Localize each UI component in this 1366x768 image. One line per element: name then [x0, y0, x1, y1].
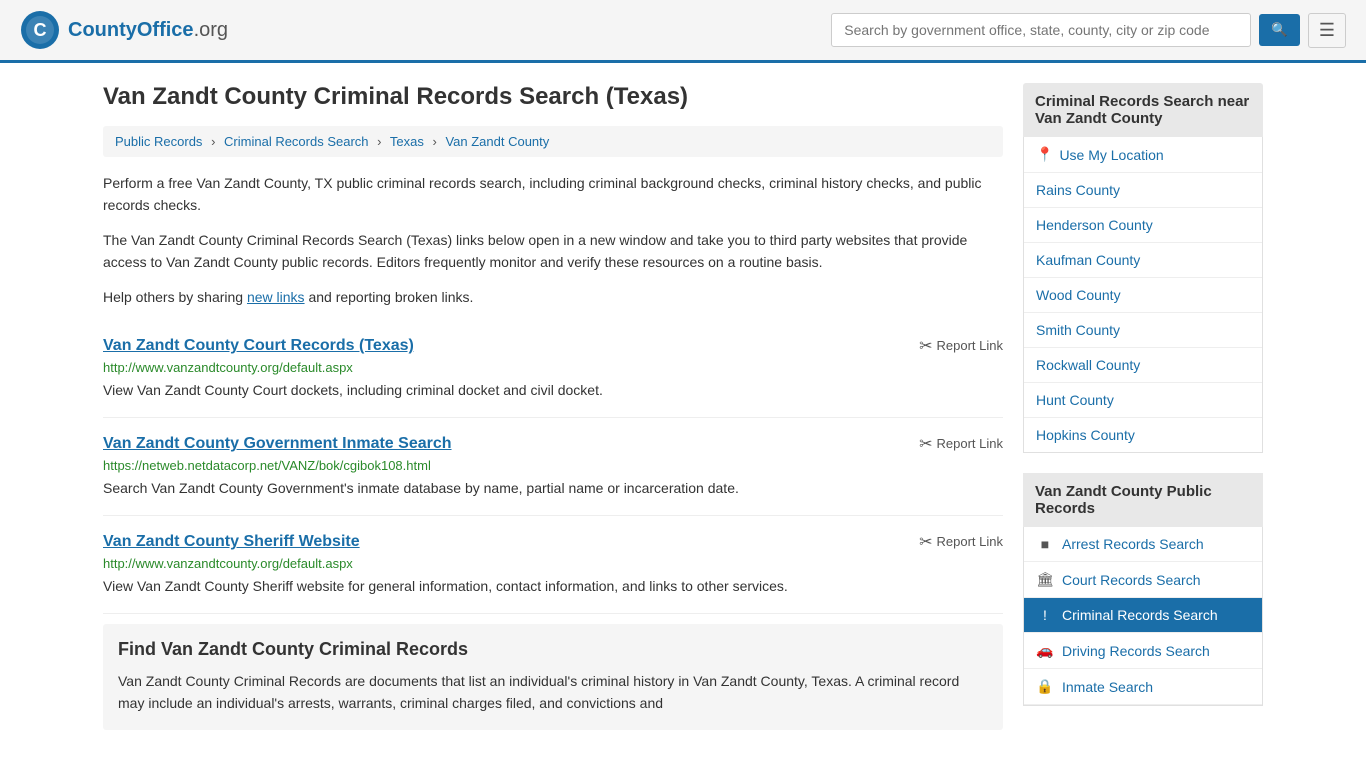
result-item-2: Van Zandt County Government Inmate Searc…: [103, 418, 1003, 516]
search-input[interactable]: [831, 13, 1251, 47]
result-url-2: https://netweb.netdatacorp.net/VANZ/bok/…: [103, 458, 1003, 473]
menu-button[interactable]: ☰: [1308, 13, 1346, 48]
nearby-county-1[interactable]: Henderson County: [1024, 208, 1262, 243]
breadcrumb-public-records[interactable]: Public Records: [115, 134, 202, 149]
result-desc-2: Search Van Zandt County Government's inm…: [103, 478, 1003, 499]
result-url-1: http://www.vanzandtcounty.org/default.as…: [103, 360, 1003, 375]
use-location-item[interactable]: 📍 Use My Location: [1024, 137, 1262, 173]
nearby-county-5[interactable]: Rockwall County: [1024, 348, 1262, 383]
report-link-3[interactable]: ✂ Report Link: [919, 532, 1003, 552]
result-item-1: Van Zandt County Court Records (Texas) ✂…: [103, 320, 1003, 418]
public-records-section: Van Zandt County Public Records ■ Arrest…: [1023, 473, 1263, 706]
driving-icon: 🚗: [1036, 642, 1054, 659]
main-container: Van Zandt County Criminal Records Search…: [83, 63, 1283, 750]
search-button[interactable]: 🔍: [1259, 14, 1300, 46]
content-area: Van Zandt County Criminal Records Search…: [103, 83, 1003, 730]
description-2: The Van Zandt County Criminal Records Se…: [103, 229, 1003, 274]
new-links-link[interactable]: new links: [247, 289, 305, 305]
result-url-3: http://www.vanzandtcounty.org/default.as…: [103, 556, 1003, 571]
breadcrumb: Public Records › Criminal Records Search…: [103, 126, 1003, 157]
nearby-county-6[interactable]: Hunt County: [1024, 383, 1262, 418]
nearby-county-2[interactable]: Kaufman County: [1024, 243, 1262, 278]
svg-text:C: C: [34, 20, 47, 40]
nearby-section: Criminal Records Search near Van Zandt C…: [1023, 83, 1263, 453]
public-records-header: Van Zandt County Public Records: [1023, 473, 1263, 527]
result-title-3[interactable]: Van Zandt County Sheriff Website: [103, 533, 360, 551]
pr-item-court[interactable]: 🏛 Court Records Search: [1024, 562, 1262, 598]
scissors-icon-2: ✂: [919, 434, 932, 454]
nearby-county-7[interactable]: Hopkins County: [1024, 418, 1262, 452]
logo-text: CountyOffice.org: [68, 19, 228, 42]
search-icon: 🔍: [1271, 22, 1288, 37]
find-section-text: Van Zandt County Criminal Records are do…: [118, 670, 988, 715]
arrest-icon: ■: [1036, 536, 1054, 552]
logo-area: C CountyOffice.org: [20, 10, 228, 50]
result-item-3: Van Zandt County Sheriff Website ✂ Repor…: [103, 516, 1003, 614]
logo-icon: C: [20, 10, 60, 50]
nearby-list: 📍 Use My Location Rains County Henderson…: [1023, 137, 1263, 453]
nearby-county-0[interactable]: Rains County: [1024, 173, 1262, 208]
scissors-icon-1: ✂: [919, 336, 932, 356]
result-desc-1: View Van Zandt County Court dockets, inc…: [103, 380, 1003, 401]
scissors-icon-3: ✂: [919, 532, 932, 552]
nearby-county-4[interactable]: Smith County: [1024, 313, 1262, 348]
location-pin-icon: 📍: [1036, 146, 1053, 163]
hamburger-icon: ☰: [1319, 20, 1335, 40]
use-location-link[interactable]: Use My Location: [1059, 147, 1163, 163]
pr-item-driving[interactable]: 🚗 Driving Records Search: [1024, 633, 1262, 669]
find-section-title: Find Van Zandt County Criminal Records: [118, 639, 988, 660]
result-title-1[interactable]: Van Zandt County Court Records (Texas): [103, 337, 414, 355]
pr-item-criminal[interactable]: ! Criminal Records Search: [1024, 598, 1262, 633]
description-1: Perform a free Van Zandt County, TX publ…: [103, 172, 1003, 217]
nearby-county-3[interactable]: Wood County: [1024, 278, 1262, 313]
criminal-icon: !: [1036, 607, 1054, 623]
pr-item-arrest[interactable]: ■ Arrest Records Search: [1024, 527, 1262, 562]
inmate-icon: 🔒: [1036, 678, 1054, 695]
report-link-1[interactable]: ✂ Report Link: [919, 336, 1003, 356]
result-desc-3: View Van Zandt County Sheriff website fo…: [103, 576, 1003, 597]
report-link-2[interactable]: ✂ Report Link: [919, 434, 1003, 454]
site-header: C CountyOffice.org 🔍 ☰: [0, 0, 1366, 63]
breadcrumb-criminal-records-search[interactable]: Criminal Records Search: [224, 134, 369, 149]
court-icon: 🏛: [1036, 571, 1054, 588]
find-section: Find Van Zandt County Criminal Records V…: [103, 624, 1003, 730]
sidebar: Criminal Records Search near Van Zandt C…: [1023, 83, 1263, 730]
breadcrumb-van-zandt[interactable]: Van Zandt County: [445, 134, 549, 149]
description-3: Help others by sharing new links and rep…: [103, 286, 1003, 308]
page-title: Van Zandt County Criminal Records Search…: [103, 83, 1003, 111]
breadcrumb-texas[interactable]: Texas: [390, 134, 424, 149]
public-records-list: ■ Arrest Records Search 🏛 Court Records …: [1023, 527, 1263, 706]
search-area: 🔍 ☰: [831, 13, 1346, 48]
pr-item-inmate[interactable]: 🔒 Inmate Search: [1024, 669, 1262, 705]
nearby-header: Criminal Records Search near Van Zandt C…: [1023, 83, 1263, 137]
result-title-2[interactable]: Van Zandt County Government Inmate Searc…: [103, 435, 452, 453]
